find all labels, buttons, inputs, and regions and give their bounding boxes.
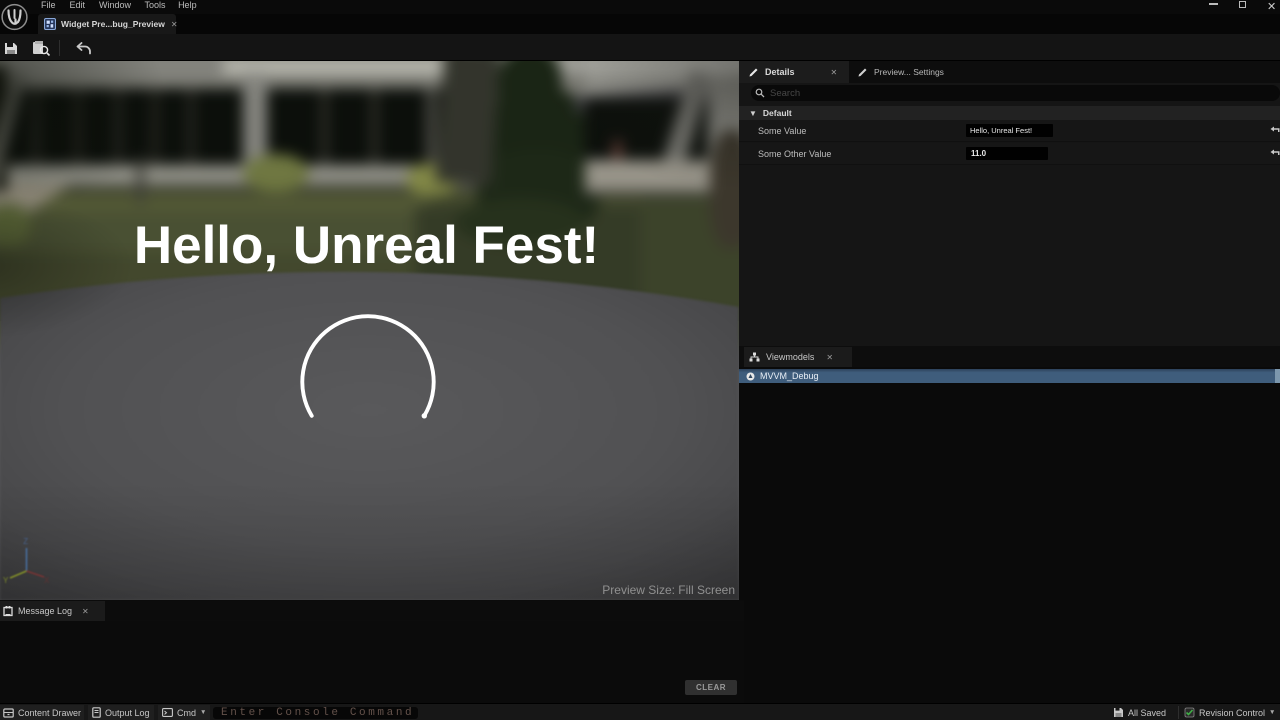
svg-text:Y: Y (3, 576, 9, 585)
svg-text:X: X (44, 576, 50, 585)
svg-text:Z: Z (23, 537, 28, 546)
